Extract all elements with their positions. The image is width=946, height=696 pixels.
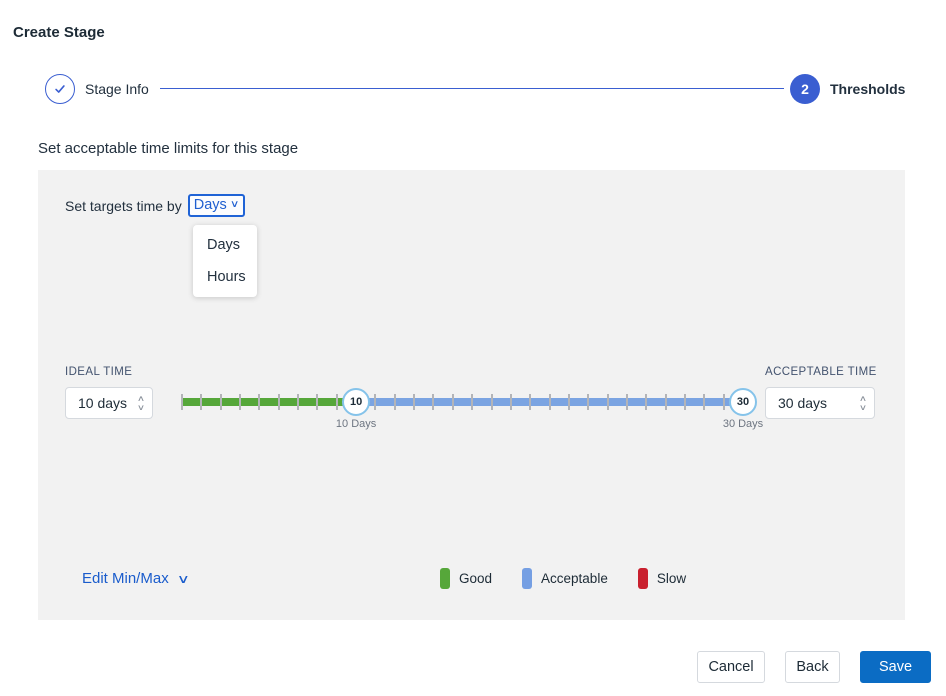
slider-tick — [278, 394, 280, 410]
legend-swatch — [440, 568, 450, 589]
footer-actions: Cancel Back Save — [697, 651, 931, 683]
step-stage-info[interactable]: Stage Info — [45, 74, 149, 104]
slider-tick — [607, 394, 609, 410]
slider-tick — [549, 394, 551, 410]
acceptable-time-value: 30 days — [766, 395, 852, 411]
legend-swatch — [638, 568, 648, 589]
checkmark-icon — [53, 82, 67, 96]
dropdown-option-hours[interactable]: Hours — [193, 261, 257, 293]
legend-item-good: Good — [440, 568, 492, 589]
chevron-down-icon: ∨ — [230, 200, 240, 210]
slider-tick — [491, 394, 493, 410]
slider-tick — [394, 394, 396, 410]
slider-good-segment — [182, 398, 356, 406]
time-range-slider[interactable]: 10 30 10 Days 30 Days — [182, 398, 743, 406]
edit-minmax-toggle[interactable]: Edit Min/Max ∨ — [82, 570, 188, 587]
thresholds-panel: Set targets time by Days ∨ DaysHours IDE… — [38, 170, 905, 620]
slider-ideal-sublabel: 10 Days — [336, 418, 376, 430]
slider-tick — [432, 394, 434, 410]
slider-tick — [239, 394, 241, 410]
slider-tick — [181, 394, 183, 410]
target-time-row: Set targets time by Days ∨ — [65, 194, 245, 217]
slider-tick — [471, 394, 473, 410]
ideal-time-stepper[interactable]: ∧ ∨ — [130, 388, 152, 418]
step-number-badge: 2 — [790, 74, 820, 104]
slider-tick — [529, 394, 531, 410]
slider-tick — [703, 394, 705, 410]
dropdown-option-days[interactable]: Days — [193, 229, 257, 261]
step-thresholds[interactable]: 2 Thresholds — [790, 74, 905, 104]
ideal-time-label: IDEAL TIME — [65, 366, 132, 378]
ideal-time-input[interactable]: 10 days ∧ ∨ — [65, 387, 153, 419]
slider-legend: Good Acceptable Slow — [440, 568, 686, 589]
edit-minmax-label: Edit Min/Max — [82, 570, 169, 587]
slider-tick — [297, 394, 299, 410]
cancel-button[interactable]: Cancel — [697, 651, 765, 683]
step-thresholds-label: Thresholds — [830, 81, 905, 97]
section-heading: Set acceptable time limits for this stag… — [38, 140, 298, 157]
create-stage-dialog: Create Stage Stage Info 2 Thresholds Set… — [0, 0, 946, 696]
ideal-time-value: 10 days — [66, 395, 130, 411]
slider-handle-ideal[interactable]: 10 — [342, 388, 370, 416]
slider-tick — [200, 394, 202, 410]
target-time-label: Set targets time by — [65, 198, 182, 214]
slider-tick — [316, 394, 318, 410]
acceptable-time-stepper[interactable]: ∧ ∨ — [852, 388, 874, 418]
stepper-down-icon[interactable]: ∨ — [859, 404, 867, 412]
slider-acceptable-sublabel: 30 Days — [723, 418, 763, 430]
slider-tick — [723, 394, 725, 410]
slider-tick — [374, 394, 376, 410]
stepper-down-icon[interactable]: ∨ — [137, 404, 145, 412]
step-stage-info-label: Stage Info — [85, 81, 149, 97]
slider-tick — [413, 394, 415, 410]
stepper-connector — [160, 88, 784, 89]
legend-item-acceptable: Acceptable — [522, 568, 608, 589]
acceptable-time-input[interactable]: 30 days ∧ ∨ — [765, 387, 875, 419]
target-time-dropdown[interactable]: Days ∨ — [188, 194, 245, 217]
slider-tick — [587, 394, 589, 410]
slider-tick — [568, 394, 570, 410]
acceptable-time-label: ACCEPTABLE TIME — [765, 366, 877, 378]
slider-tick — [258, 394, 260, 410]
legend-label: Good — [459, 571, 492, 586]
slider-tick — [684, 394, 686, 410]
legend-label: Slow — [657, 571, 686, 586]
slider-tick — [665, 394, 667, 410]
legend-swatch — [522, 568, 532, 589]
slider-tick — [452, 394, 454, 410]
stepper-up-icon[interactable]: ∧ — [859, 395, 867, 403]
slider-tick — [510, 394, 512, 410]
slider-tick — [220, 394, 222, 410]
target-time-value: Days — [194, 197, 227, 213]
page-title: Create Stage — [13, 24, 105, 41]
save-button[interactable]: Save — [860, 651, 931, 683]
stepper: Stage Info 2 Thresholds — [0, 74, 946, 104]
chevron-down-icon: ∨ — [177, 572, 190, 586]
legend-label: Acceptable — [541, 571, 608, 586]
stepper-up-icon[interactable]: ∧ — [137, 395, 145, 403]
slider-tick — [336, 394, 338, 410]
step-complete-icon — [45, 74, 75, 104]
legend-item-slow: Slow — [638, 568, 686, 589]
slider-tick — [626, 394, 628, 410]
slider-tick — [645, 394, 647, 410]
target-time-dropdown-menu: DaysHours — [193, 225, 257, 297]
slider-handle-acceptable[interactable]: 30 — [729, 388, 757, 416]
back-button[interactable]: Back — [785, 651, 840, 683]
